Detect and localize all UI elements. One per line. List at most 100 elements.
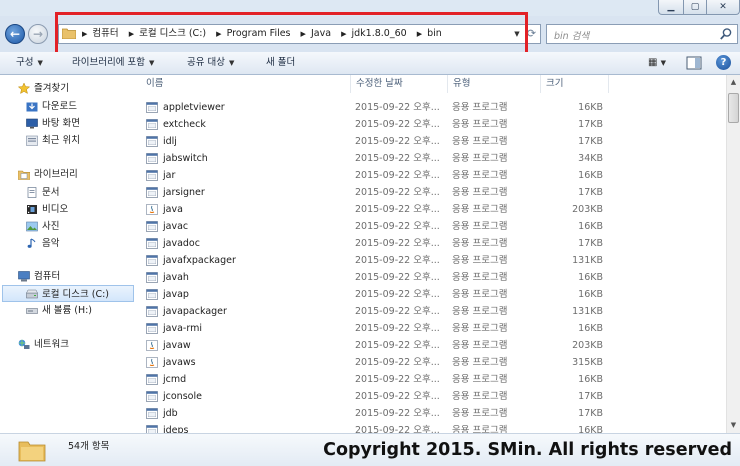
nav-documents-label: 문서	[42, 187, 60, 198]
nav-network[interactable]: 네트워크	[0, 336, 137, 353]
file-row[interactable]: jabswitch 2015-09-22 오후... 응용 프로그램 34KB	[141, 150, 726, 167]
nav-downloads[interactable]: 다운로드	[0, 98, 137, 115]
file-date: 2015-09-22 오후...	[355, 136, 440, 147]
nav-new-volume[interactable]: 새 볼륨 (H:)	[0, 302, 137, 319]
exe-icon	[146, 272, 158, 283]
include-library-button[interactable]: 라이브러리에 포함 ▼	[72, 52, 154, 74]
scroll-down-icon[interactable]: ▼	[727, 418, 740, 432]
desktop-icon	[26, 118, 38, 129]
file-row[interactable]: appletviewer 2015-09-22 오후... 응용 프로그램 16KB	[141, 99, 726, 116]
file-size: 203KB	[572, 340, 603, 351]
file-row[interactable]: javah 2015-09-22 오후... 응용 프로그램 16KB	[141, 269, 726, 286]
file-row[interactable]: javap 2015-09-22 오후... 응용 프로그램 16KB	[141, 286, 726, 303]
nav-desktop[interactable]: 바탕 화면	[0, 115, 137, 132]
search-icon[interactable]	[719, 27, 733, 41]
file-name: javap	[163, 289, 189, 300]
file-row[interactable]: idlj 2015-09-22 오후... 응용 프로그램 17KB	[141, 133, 726, 150]
exe-icon	[146, 102, 158, 113]
organize-label: 구성	[16, 57, 34, 68]
file-date: 2015-09-22 오후...	[355, 170, 440, 181]
folder-icon	[18, 441, 46, 462]
exe-icon	[146, 289, 158, 300]
file-size: 17KB	[578, 136, 603, 147]
file-date: 2015-09-22 오후...	[355, 119, 440, 130]
file-row[interactable]: java-rmi 2015-09-22 오후... 응용 프로그램 16KB	[141, 320, 726, 337]
file-date: 2015-09-22 오후...	[355, 238, 440, 249]
nav-pictures-label: 사진	[42, 221, 60, 232]
file-row[interactable]: jar 2015-09-22 오후... 응용 프로그램 16KB	[141, 167, 726, 184]
file-row[interactable]: extcheck 2015-09-22 오후... 응용 프로그램 17KB	[141, 116, 726, 133]
file-row[interactable]: jcmd 2015-09-22 오후... 응용 프로그램 16KB	[141, 371, 726, 388]
file-size: 17KB	[578, 119, 603, 130]
file-type: 응용 프로그램	[452, 102, 508, 113]
file-name: jdb	[163, 408, 178, 419]
column-header-type[interactable]: 유형	[448, 75, 541, 93]
file-row[interactable]: javaws 2015-09-22 오후... 응용 프로그램 315KB	[141, 354, 726, 371]
file-row[interactable]: jarsigner 2015-09-22 오후... 응용 프로그램 17KB	[141, 184, 726, 201]
file-date: 2015-09-22 오후...	[355, 289, 440, 300]
share-button[interactable]: 공유 대상 ▼	[187, 52, 234, 74]
forward-button[interactable]: →	[28, 24, 48, 44]
help-button[interactable]: ?	[716, 55, 731, 70]
column-header-size[interactable]: 크기	[541, 75, 609, 93]
nav-pictures[interactable]: 사진	[0, 218, 137, 235]
downloads-icon	[26, 102, 38, 112]
nav-local-disk[interactable]: 로컬 디스크 (C:)	[2, 285, 134, 302]
nav-videos[interactable]: 비디오	[0, 201, 137, 218]
file-row[interactable]: jconsole 2015-09-22 오후... 응용 프로그램 17KB	[141, 388, 726, 405]
file-type: 응용 프로그램	[452, 204, 508, 215]
organize-button[interactable]: 구성 ▼	[16, 52, 43, 74]
scroll-up-icon[interactable]: ▲	[727, 75, 740, 89]
file-date: 2015-09-22 오후...	[355, 272, 440, 283]
file-type: 응용 프로그램	[452, 357, 508, 368]
search-placeholder: bin 검색	[554, 31, 590, 42]
column-header-date[interactable]: 수정한 날짜	[351, 75, 448, 93]
maximize-button[interactable]: ▢	[683, 0, 707, 15]
file-row[interactable]: javaw 2015-09-22 오후... 응용 프로그램 203KB	[141, 337, 726, 354]
new-folder-button[interactable]: 새 폴더	[266, 52, 295, 74]
preview-pane-icon[interactable]	[686, 55, 702, 71]
file-size: 17KB	[578, 408, 603, 419]
file-row[interactable]: jdeps 2015-09-22 오후... 응용 프로그램 16KB	[141, 422, 726, 433]
file-name: jarsigner	[163, 187, 205, 198]
file-type: 응용 프로그램	[452, 391, 508, 402]
music-icon	[27, 238, 36, 248]
file-row[interactable]: javapackager 2015-09-22 오후... 응용 프로그램 131KB	[141, 303, 726, 320]
file-size: 17KB	[578, 187, 603, 198]
file-size: 16KB	[578, 374, 603, 385]
video-icon	[27, 205, 37, 214]
file-name: javaws	[163, 357, 196, 368]
removable-drive-icon	[26, 308, 38, 314]
new-folder-label: 새 폴더	[266, 57, 296, 68]
share-label: 공유 대상	[187, 57, 225, 68]
file-name: extcheck	[163, 119, 206, 130]
file-size: 16KB	[578, 425, 603, 433]
view-options-button[interactable]: ▦ ▼	[640, 55, 674, 71]
vertical-scrollbar[interactable]: ▲ ▼	[726, 75, 740, 433]
file-row[interactable]: javac 2015-09-22 오후... 응용 프로그램 16KB	[141, 218, 726, 235]
search-input[interactable]: bin 검색	[546, 24, 738, 44]
column-header-name[interactable]: 이름	[141, 75, 351, 93]
back-button[interactable]: ←	[5, 24, 25, 44]
close-button[interactable]: ✕	[706, 0, 740, 15]
file-row[interactable]: javadoc 2015-09-22 오후... 응용 프로그램 17KB	[141, 235, 726, 252]
java-icon	[146, 357, 158, 368]
file-row[interactable]: java 2015-09-22 오후... 응용 프로그램 203KB	[141, 201, 726, 218]
exe-icon	[146, 306, 158, 317]
file-type: 응용 프로그램	[452, 340, 508, 351]
file-size: 203KB	[572, 204, 603, 215]
file-name: javafxpackager	[163, 255, 236, 266]
file-row[interactable]: javafxpackager 2015-09-22 오후... 응용 프로그램 131…	[141, 252, 726, 269]
nav-recent[interactable]: 최근 위치	[0, 132, 137, 149]
nav-music[interactable]: 음악	[0, 235, 137, 252]
file-row[interactable]: jdb 2015-09-22 오후... 응용 프로그램 17KB	[141, 405, 726, 422]
minimize-button[interactable]: ▁	[658, 0, 684, 15]
address-highlight-annotation	[55, 12, 528, 55]
refresh-icon: ⟳	[526, 27, 537, 40]
nav-libraries[interactable]: 라이브러리	[0, 166, 137, 183]
scroll-thumb[interactable]	[728, 93, 739, 123]
nav-favorites[interactable]: 즐겨찾기	[0, 80, 137, 97]
nav-computer[interactable]: 컴퓨터	[0, 268, 137, 285]
chevron-down-icon: ▼	[660, 59, 667, 67]
nav-documents[interactable]: 문서	[0, 184, 137, 201]
